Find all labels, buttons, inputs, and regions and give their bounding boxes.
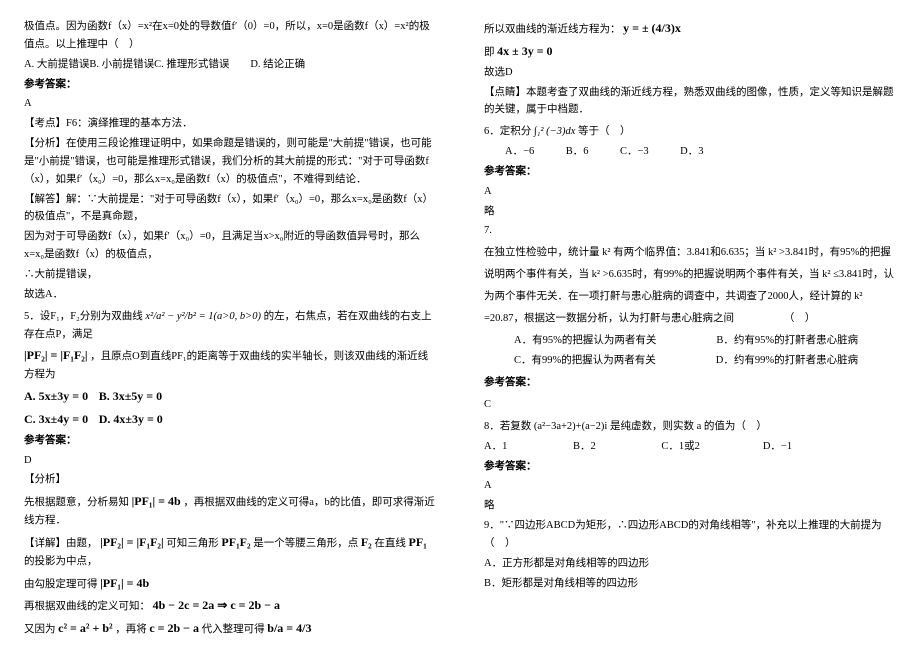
q8-options: A．1 B．2 C．1或2 D．−1 [484,438,896,456]
answer-label: 参考答案： [24,432,436,450]
q5-det-2: 是一个等腰三角形，点 [253,538,358,549]
left-column: 极值点。因为函数f（x）=x²在x=0处的导数值f′（0）=0，所以，x=0是函… [0,0,460,651]
q7-answer: C [484,396,896,414]
q7-stem: 在独立性检验中，统计量 k² 有两个临界值：3.841和6.635；当 k² >… [484,242,896,330]
q5-opt-b: B. 3x±5y = 0 [99,389,162,403]
q5-detail-1: 【详解】由题， |PF₂| = |F₁F₂| 可知三角形 PF₁F₂ 是一个等腰… [24,532,436,571]
q5-stem-a: 5．设F₁，F₂分别为双曲线 [24,311,143,322]
q4-exam-point: 【考点】F6：演绎推理的基本方法． [24,115,436,133]
q5-det-f1: |PF₂| = |F₁F₂| [100,535,164,549]
q8-brief: 略 [484,497,896,515]
q5-det-f2: PF₁F₂ [221,535,250,549]
q5-det-label: 【详解】由题， [24,538,98,549]
q4-analysis: 【分析】在使用三段论推理证明中，如果命题是错误的，则可能是"大前提"错误，也可能… [24,135,436,189]
q5-l4: 再根据双曲线的定义可知： [24,601,150,612]
q5-l3a: 由勾股定理可得 [24,579,98,590]
right-column: 所以双曲线的渐近线方程为： y = ± (4/3)x 即 4x ± 3y = 0… [460,0,920,651]
q4-solve-4: 故选A． [24,286,436,304]
answer-label: 参考答案： [24,76,436,94]
q5-opt-c: C. 3x±4y = 0 [24,412,88,426]
q5-formula-1: x²/a² − y²/b² = 1(a>0, b>0) [145,311,261,322]
c2-l2f: 4x ± 3y = 0 [497,44,552,58]
q7-opt-b: B．约有95%的打鼾者患心脏病 [716,332,858,350]
q4-solve-1: 【解答】解：∵大前提是："对于可导函数f（x），如果f′（x₀）=0，那么x=x… [24,191,436,227]
q8-stem: 8．若复数 (a²−3a+2)+(a−2)i 是纯虚数，则实数 a 的值为（ ） [484,418,896,436]
q9-opt-b: B．矩形都是对角线相等的四边形 [484,575,896,593]
q5-options-row1: A. 5x±3y = 0 B. 3x±5y = 0 [24,386,436,407]
q5-analysis-1: 先根据题意，分析易知 |PF₁| = 4b ，再根据双曲线的定义可得a，b的比值… [24,491,436,530]
q7-options-row2: C．有99%的把握认为两者有关 D．约有99%的打鼾者患心脏病 [514,352,896,370]
q5-opt-d: D. 4x±3y = 0 [99,412,163,426]
answer-label: 参考答案： [484,458,896,476]
q6-options: A．−6 B．6 C．−3 D．3 [484,143,896,161]
q5-stem: 5．设F₁，F₂分别为双曲线 x²/a² − y²/b² = 1(a>0, b>… [24,308,436,344]
q5-det-3: 在直线 [374,538,406,549]
col2-explain: 【点睛】本题考查了双曲线的渐近线方程，熟悉双曲线的图像，性质，定义等知识是解题的… [484,84,896,120]
q7-opt-c: C．有99%的把握认为两者有关 [514,352,656,370]
q5-det-f3: F₂ [361,535,372,549]
answer-label: 参考答案： [484,374,896,392]
col2-line3: 故选D [484,64,896,82]
q5-l5f1: c² = a² + b² [58,621,112,635]
q5-analysis-label: 【分析】 [24,471,436,489]
q6-formula: ∫₁² (−3)dx [534,126,576,137]
answer-label: 参考答案： [484,163,896,181]
q5-ana-f: |PF₁| = 4b [132,494,181,508]
q6-stem: 6．定积分 ∫₁² (−3)dx 等于（ ） [484,123,896,141]
q5-line4: 再根据双曲线的定义可知： 4b − 2c = 2a ⇒ c = 2b − a [24,595,436,616]
q5-l4f: 4b − 2c = 2a ⇒ c = 2b − a [153,598,280,612]
q7-num: 7. [484,222,896,240]
q5-ana-1a: 先根据题意，分析易知 [24,497,129,508]
q5-line3: 由勾股定理可得 |PF₁| = 4b [24,573,436,594]
q5-stem-2: |PF₂| = |F₁F₂| ，且原点O到直线PF₁的距离等于双曲线的实半轴长，… [24,345,436,384]
q5-det-4: 的投影为中点， [24,556,98,567]
q5-det-1: 可知三角形 [166,538,219,549]
q5-l3f: |PF₁| = 4b [100,576,149,590]
q6-brief: 略 [484,203,896,221]
q6-stem-b: 等于（ ） [578,126,631,137]
col2-line2: 即 4x ± 3y = 0 [484,41,896,62]
q5-l5f3: b/a = 4/3 [267,621,311,635]
q5-formula-2: |PF₂| = |F₁F₂| [24,348,88,362]
col2-line1: 所以双曲线的渐近线方程为： y = ± (4/3)x [484,18,896,39]
q7-options-row1: A．有95%的把握认为两者有关 B．约有95%的打鼾者患心脏病 [514,332,896,350]
page: 极值点。因为函数f（x）=x²在x=0处的导数值f′（0）=0，所以，x=0是函… [0,0,920,651]
q5-l5a: 又因为 [24,624,56,635]
q5-l5f2: c = 2b − a [149,621,199,635]
q4-intro: 极值点。因为函数f（x）=x²在x=0处的导数值f′（0）=0，所以，x=0是函… [24,18,436,54]
q7-opt-d: D．约有99%的打鼾者患心脏病 [716,352,858,370]
q5-det-f4: PF₁ [409,535,427,549]
c2-l1: 所以双曲线的渐近线方程为： [484,24,621,35]
q8-answer: A [484,477,896,495]
q4-solve-2: 因为对于可导函数f（x），如果f′（x₀）=0，且满足当x>x₀附近的导函数值异… [24,228,436,264]
q5-opt-a: A. 5x±3y = 0 [24,389,88,403]
c2-l1f: y = ± (4/3)x [623,21,681,35]
q4-answer: A [24,95,436,113]
q5-answer: D [24,452,436,470]
q4-options: A. 大前提错误B. 小前提错误C. 推理形式错误 D. 结论正确 [24,56,436,74]
q7-opt-a: A．有95%的把握认为两者有关 [514,332,656,350]
q6-stem-a: 6．定积分 [484,126,531,137]
q9-opt-a: A．正方形都是对角线相等的四边形 [484,555,896,573]
q9-stem: 9．"∵四边形ABCD为矩形，∴四边形ABCD的对角线相等"，补充以上推理的大前… [484,517,896,553]
q6-answer: A [484,183,896,201]
q5-l5c: 代入整理可得 [202,624,265,635]
q5-l5b: ，再将 [115,624,147,635]
q4-solve-3: ∴大前提错误， [24,266,436,284]
c2-l2a: 即 [484,47,497,58]
q5-line5: 又因为 c² = a² + b² ，再将 c = 2b − a 代入整理可得 b… [24,618,436,639]
q5-options-row2: C. 3x±4y = 0 D. 4x±3y = 0 [24,409,436,430]
